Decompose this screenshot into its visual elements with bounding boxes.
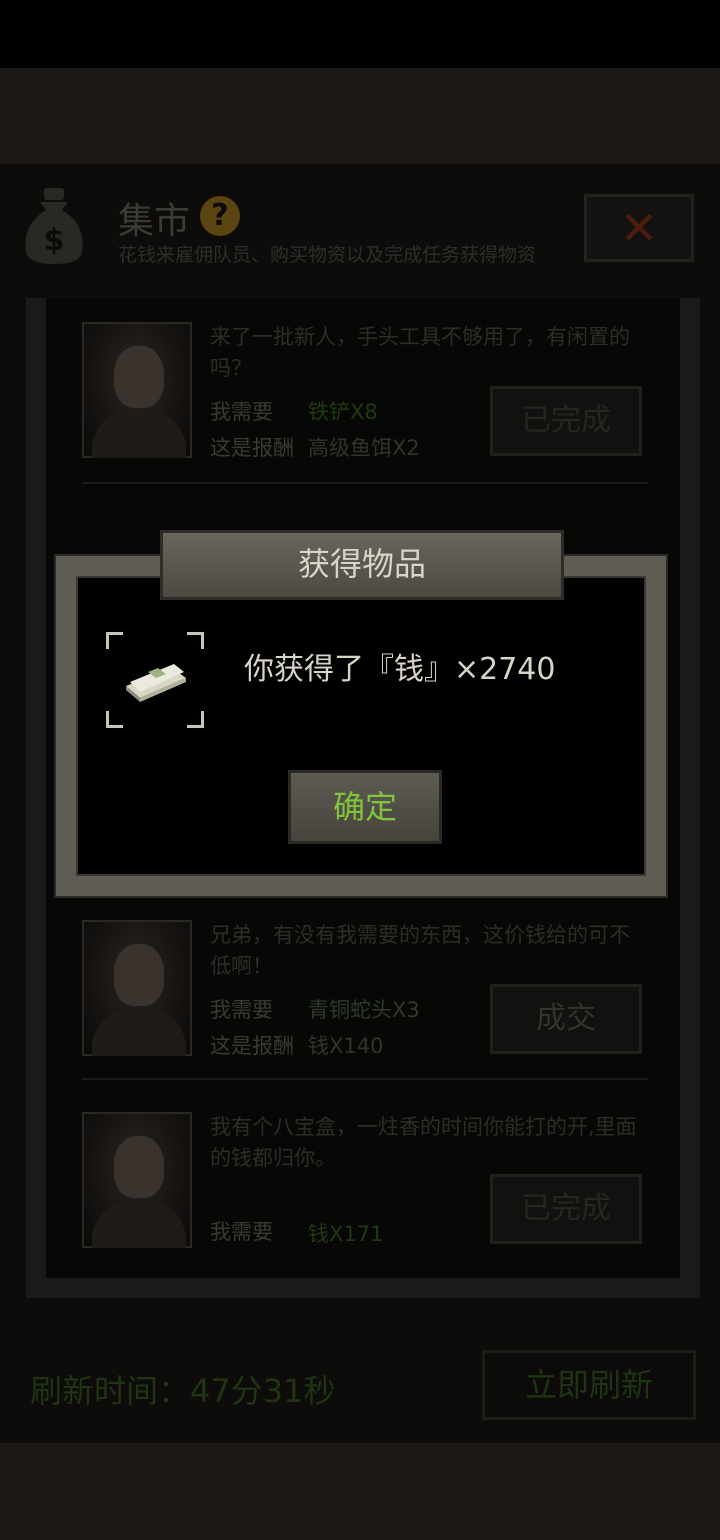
task-item: 我有个八宝盒，一炷香的时间你能打的开,里面的钱都归你。 我需要 钱X171 已完… <box>82 1112 652 1272</box>
page-title: 集市 <box>118 201 191 242</box>
divider <box>82 482 648 484</box>
reward-label: 这是报酬 <box>210 436 294 460</box>
task-item: 来了一批新人，手头工具不够用了，有闲置的吗？ 我需要 铁铲X8 这是报酬 高级鱼… <box>82 322 652 482</box>
page-subtitle: 花钱来雇佣队员、购买物资以及完成任务获得物资 <box>118 244 537 266</box>
need-value: 钱X171 <box>308 1222 384 1246</box>
obtained-message: 你获得了『钱』×2740 <box>244 652 556 687</box>
reward-value: 高级鱼饵X2 <box>308 436 420 460</box>
close-button[interactable]: ✕ <box>584 194 694 262</box>
npc-portrait <box>82 920 192 1056</box>
dialog-title: 获得物品 <box>160 530 564 600</box>
reward-value: 钱X140 <box>308 1034 384 1058</box>
task-description: 来了一批新人，手头工具不够用了，有闲置的吗？ <box>210 325 630 380</box>
need-value: 铁铲X8 <box>308 400 378 424</box>
need-value: 青铜蛇头X3 <box>308 998 420 1022</box>
npc-portrait <box>82 322 192 458</box>
completed-button[interactable]: 已完成 <box>490 386 642 456</box>
need-label: 我需要 <box>210 1220 273 1244</box>
confirm-button[interactable]: 确定 <box>288 770 442 844</box>
bottom-band <box>0 1443 720 1540</box>
reward-label: 这是报酬 <box>210 1034 294 1058</box>
npc-portrait <box>82 1112 192 1248</box>
top-band <box>0 68 720 164</box>
refresh-now-button[interactable]: 立即刷新 <box>482 1350 696 1420</box>
deal-button[interactable]: 成交 <box>490 984 642 1054</box>
divider <box>82 1078 648 1080</box>
help-icon[interactable]: ? <box>200 196 240 236</box>
money-stack-icon <box>126 664 186 702</box>
close-icon: ✕ <box>619 201 659 255</box>
task-description: 我有个八宝盒，一炷香的时间你能打的开,里面的钱都归你。 <box>210 1115 637 1170</box>
status-bar <box>0 0 720 68</box>
completed-button[interactable]: 已完成 <box>490 1174 642 1244</box>
need-label: 我需要 <box>210 400 273 424</box>
need-label: 我需要 <box>210 998 273 1022</box>
item-slot <box>106 632 204 728</box>
svg-text:$: $ <box>44 223 65 258</box>
task-description: 兄弟，有没有我需要的东西，这价钱给的可不低啊！ <box>210 923 630 978</box>
refresh-timer: 刷新时间：47分31秒 <box>30 1372 336 1410</box>
money-bag-icon: $ <box>25 188 83 264</box>
task-item: 兄弟，有没有我需要的东西，这价钱给的可不低啊！ 我需要 青铜蛇头X3 这是报酬 … <box>82 920 652 1080</box>
